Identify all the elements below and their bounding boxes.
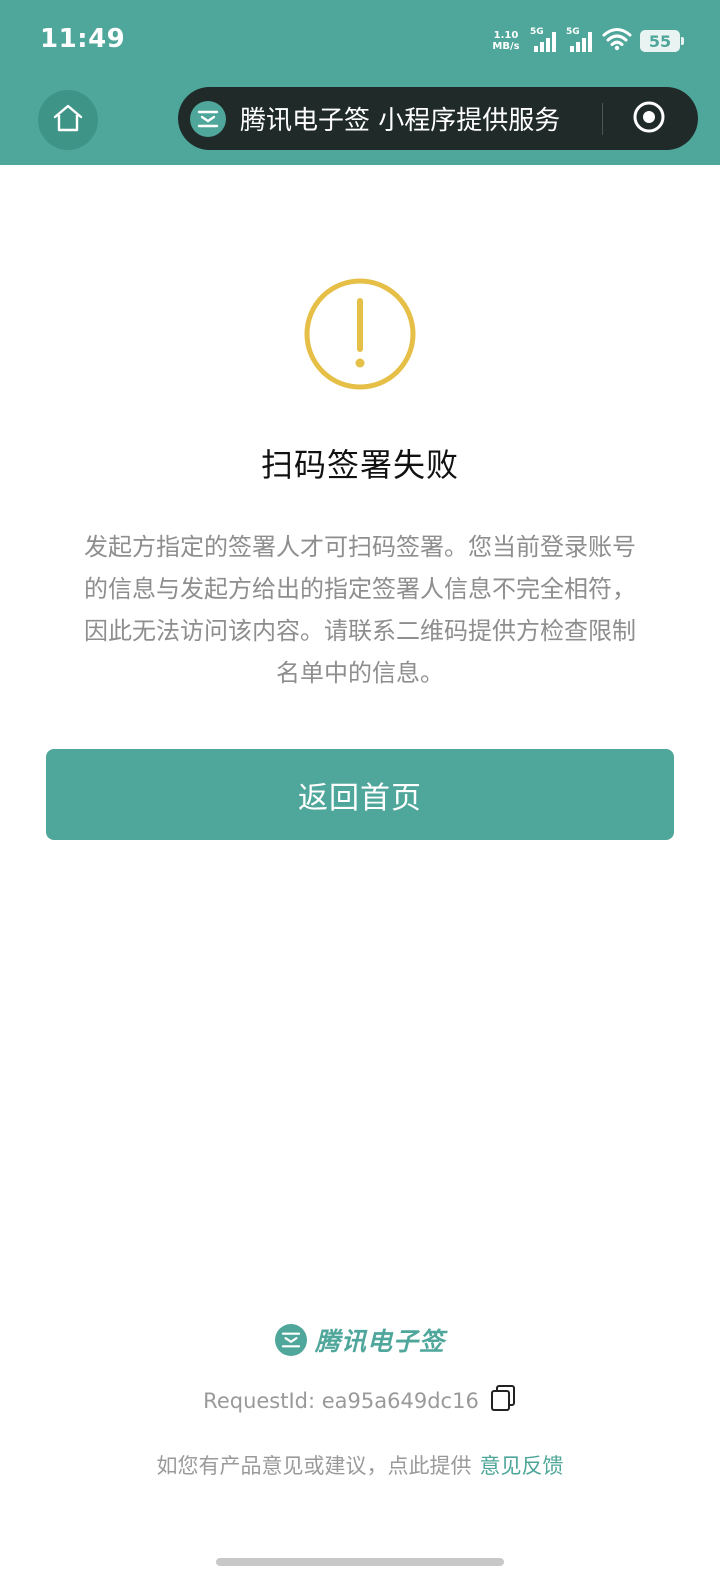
signal-icon: 5G xyxy=(530,27,558,54)
brand-logo-icon xyxy=(274,1324,307,1356)
net-speed-unit: MB/s xyxy=(492,41,520,52)
request-id: RequestId: ea95a649dc16 xyxy=(203,1388,479,1413)
battery-icon: 55 xyxy=(640,30,684,52)
home-icon xyxy=(51,102,85,138)
close-mini-program-button[interactable] xyxy=(630,100,668,138)
feedback-link[interactable]: 意见反馈 xyxy=(480,1454,564,1478)
warning-icon xyxy=(303,277,417,391)
header: 11:49 1.10 MB/s 5G 5G 55 腾讯电子签 小程序提供服务 xyxy=(0,0,720,165)
wifi-icon xyxy=(602,27,632,55)
error-description: 发起方指定的签署人才可扫码签署。您当前登录账号的信息与发起方给出的指定签署人信息… xyxy=(84,533,636,687)
page-title: 扫码签署失败 xyxy=(260,446,459,484)
net-speed-value: 1.10 xyxy=(493,30,519,41)
signal-icon: 5G xyxy=(566,27,594,54)
status-bar: 11:49 1.10 MB/s 5G 5G 55 xyxy=(0,0,720,80)
status-time: 11:49 xyxy=(40,24,126,54)
home-button[interactable] xyxy=(38,90,98,150)
brand-name: 腾讯电子签 xyxy=(314,1327,445,1356)
brand-logo-icon xyxy=(190,100,226,137)
net-speed: 1.10 MB/s xyxy=(490,30,522,52)
target-icon xyxy=(631,99,667,139)
capsule-divider xyxy=(602,103,603,135)
status-icons: 1.10 MB/s 5G 5G 55 xyxy=(490,26,684,56)
mini-program-capsule[interactable]: 腾讯电子签 小程序提供服务 xyxy=(178,87,698,150)
capsule-title: 腾讯电子签 小程序提供服务 xyxy=(240,106,561,136)
back-home-button[interactable]: 返回首页 xyxy=(46,749,674,840)
request-id-row: RequestId: ea95a649dc16 xyxy=(0,1384,720,1417)
home-indicator[interactable] xyxy=(216,1558,504,1566)
feedback-prefix: 如您有产品意见或建议，点此提供 xyxy=(156,1454,472,1478)
footer-brand: 腾讯电子签 xyxy=(0,1322,720,1358)
copy-icon[interactable] xyxy=(489,1384,517,1417)
feedback-row: 如您有产品意见或建议，点此提供 意见反馈 xyxy=(0,1450,720,1480)
